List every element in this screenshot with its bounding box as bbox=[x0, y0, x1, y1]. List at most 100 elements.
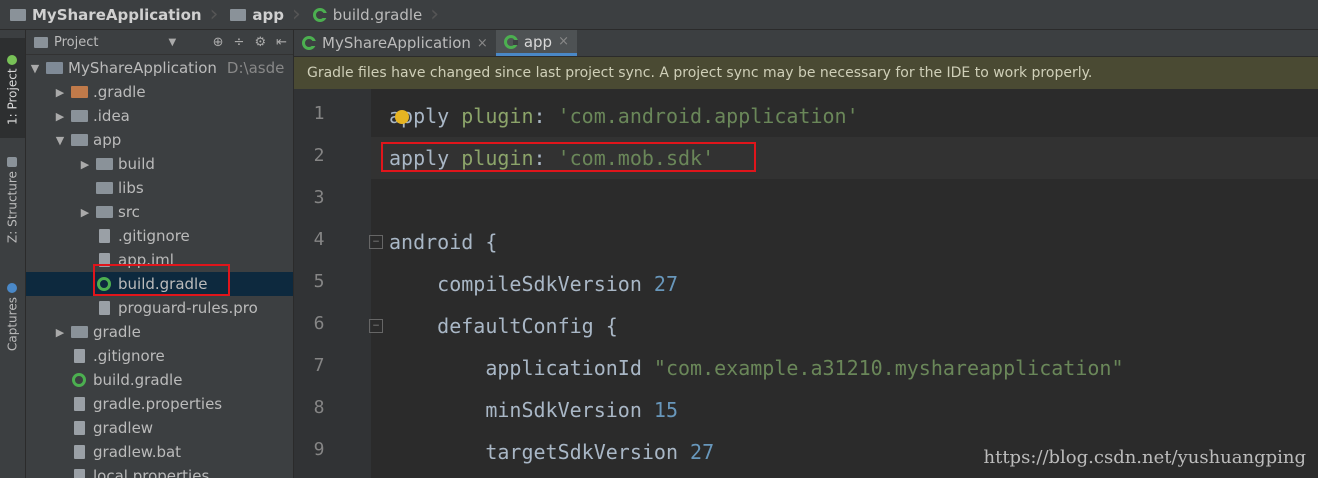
breadcrumb-module-label: app bbox=[252, 5, 284, 24]
tree-item[interactable]: ▶ gradle bbox=[26, 320, 293, 344]
chevron-right-icon[interactable]: ▶ bbox=[78, 158, 92, 171]
hide-panel-icon[interactable]: ⇤ bbox=[276, 35, 287, 50]
code-token: plugin bbox=[461, 104, 534, 128]
code-token: : bbox=[533, 104, 558, 128]
tree-item[interactable]: gradlew bbox=[26, 416, 293, 440]
code-line: android { bbox=[371, 221, 1318, 263]
code-token: apply bbox=[389, 104, 462, 128]
tree-item[interactable]: .gitignore bbox=[26, 224, 293, 248]
icon-shape bbox=[98, 229, 110, 243]
tab-project[interactable]: 1: Project bbox=[0, 38, 25, 138]
code-line: apply plugin: 'com.android.application' bbox=[371, 95, 1318, 137]
chevron-right-icon[interactable]: ▶ bbox=[53, 110, 67, 123]
line-number: 5 bbox=[313, 271, 325, 292]
tree-item[interactable]: .gitignore bbox=[26, 344, 293, 368]
chevron-down-icon[interactable]: ▼ bbox=[53, 134, 67, 147]
line-number: 1 bbox=[313, 103, 325, 124]
code-token: minSdkVersion bbox=[389, 398, 654, 422]
breadcrumb-separator-icon: › bbox=[291, 2, 301, 27]
locate-icon[interactable]: ⊕ bbox=[213, 35, 224, 50]
chevron-right-icon[interactable]: ▶ bbox=[78, 206, 92, 219]
tab-label: app bbox=[523, 32, 553, 51]
icon-shape bbox=[70, 86, 88, 98]
breadcrumb-file[interactable]: build.gradle bbox=[303, 0, 428, 30]
tab-label: MyShareApplication bbox=[322, 34, 471, 52]
close-icon[interactable]: × bbox=[558, 34, 569, 49]
tab-myshareapplication[interactable]: MyShareApplication × bbox=[294, 30, 496, 56]
code-line: compileSdkVersion 27 bbox=[371, 263, 1318, 305]
tree-item-label: gradle bbox=[93, 323, 141, 341]
chevron-down-icon[interactable]: ▼ bbox=[168, 37, 176, 48]
file-icon bbox=[95, 301, 113, 315]
line-number: 9 bbox=[313, 439, 325, 460]
gradle-icon bbox=[312, 7, 327, 22]
tree-item[interactable]: gradle.properties bbox=[26, 392, 293, 416]
gear-icon[interactable]: ⚙ bbox=[254, 35, 266, 50]
icon-shape bbox=[73, 421, 85, 435]
tab-structure[interactable]: Z: Structure bbox=[0, 148, 25, 248]
tree-item[interactable]: proguard-rules.pro bbox=[26, 296, 293, 320]
file-icon bbox=[70, 445, 88, 459]
tab-project-label: 1: Project bbox=[5, 68, 20, 126]
close-icon[interactable]: × bbox=[477, 36, 488, 51]
tab-captures-label: Captures bbox=[5, 297, 20, 351]
tree-item[interactable]: ▶ src bbox=[26, 200, 293, 224]
gradle-icon bbox=[503, 34, 518, 49]
tree-item[interactable]: build.gradle bbox=[26, 368, 293, 392]
tree-item[interactable]: ▼ MyShareApplication D:\asde bbox=[26, 56, 293, 80]
tree-item-label: build.gradle bbox=[93, 371, 183, 389]
structure-icon bbox=[7, 157, 18, 168]
android-icon bbox=[7, 54, 18, 65]
tree-item-label: libs bbox=[118, 179, 144, 197]
breadcrumb-project[interactable]: MyShareApplication bbox=[0, 0, 208, 30]
tree-item-path: D:\asde bbox=[226, 59, 285, 77]
folder-icon bbox=[95, 205, 113, 219]
tab-structure-label: Z: Structure bbox=[5, 171, 20, 243]
icon-shape bbox=[95, 182, 113, 194]
project-view-selector[interactable]: Project bbox=[54, 35, 98, 50]
line-number: 8 bbox=[313, 397, 325, 418]
folder-icon bbox=[70, 109, 88, 123]
icon-shape bbox=[73, 397, 85, 411]
tree-item-label: gradlew bbox=[93, 419, 154, 437]
line-number: 3 bbox=[313, 187, 325, 208]
project-panel-header: Project ▼ ⊕ ÷ ⚙ ⇤ bbox=[26, 30, 293, 55]
tree-item-label: .gitignore bbox=[93, 347, 165, 365]
icon-shape bbox=[70, 326, 88, 338]
tree-item[interactable]: ▼ app bbox=[26, 128, 293, 152]
gradle-icon bbox=[302, 36, 316, 50]
project-view-icon bbox=[34, 36, 48, 48]
tree-item-label: MyShareApplication bbox=[68, 59, 217, 77]
code-line: defaultConfig { bbox=[371, 305, 1318, 347]
icon-shape bbox=[70, 134, 88, 146]
tree-item-label: .gradle bbox=[93, 83, 146, 101]
file-icon bbox=[70, 349, 88, 363]
lightbulb-icon[interactable] bbox=[395, 110, 409, 124]
code-line: minSdkVersion 15 bbox=[371, 389, 1318, 431]
fold-marker-icon[interactable]: − bbox=[369, 235, 383, 249]
icon-shape bbox=[72, 373, 86, 387]
code-token: 15 bbox=[653, 398, 678, 422]
chevron-right-icon[interactable]: ▶ bbox=[53, 326, 67, 339]
tab-app[interactable]: app × bbox=[495, 30, 577, 56]
tree-item[interactable]: ▶ build bbox=[26, 152, 293, 176]
tree-item-label: .gitignore bbox=[118, 227, 190, 245]
line-number-gutter: 1 2 3 4 5 6 7 8 9 bbox=[294, 89, 371, 478]
fold-marker-icon[interactable]: − bbox=[369, 319, 383, 333]
chevron-down-icon[interactable]: ▼ bbox=[28, 62, 42, 75]
chevron-right-icon[interactable]: ▶ bbox=[53, 86, 67, 99]
tree-item[interactable]: local.properties bbox=[26, 464, 293, 478]
icon-shape bbox=[95, 206, 113, 218]
code-token: compileSdkVersion bbox=[389, 272, 654, 296]
tree-item[interactable]: ▶ .idea bbox=[26, 104, 293, 128]
tree-item[interactable]: gradlew.bat bbox=[26, 440, 293, 464]
collapse-all-icon[interactable]: ÷ bbox=[234, 35, 245, 50]
breadcrumb-module[interactable]: app bbox=[220, 0, 290, 30]
tree-item[interactable]: libs bbox=[26, 176, 293, 200]
tree-item-label: build bbox=[118, 155, 155, 173]
code-token: applicationId bbox=[389, 356, 654, 380]
tree-item[interactable]: ▶ .gradle bbox=[26, 80, 293, 104]
folder-icon bbox=[70, 325, 88, 339]
tab-captures[interactable]: Captures bbox=[0, 270, 25, 360]
